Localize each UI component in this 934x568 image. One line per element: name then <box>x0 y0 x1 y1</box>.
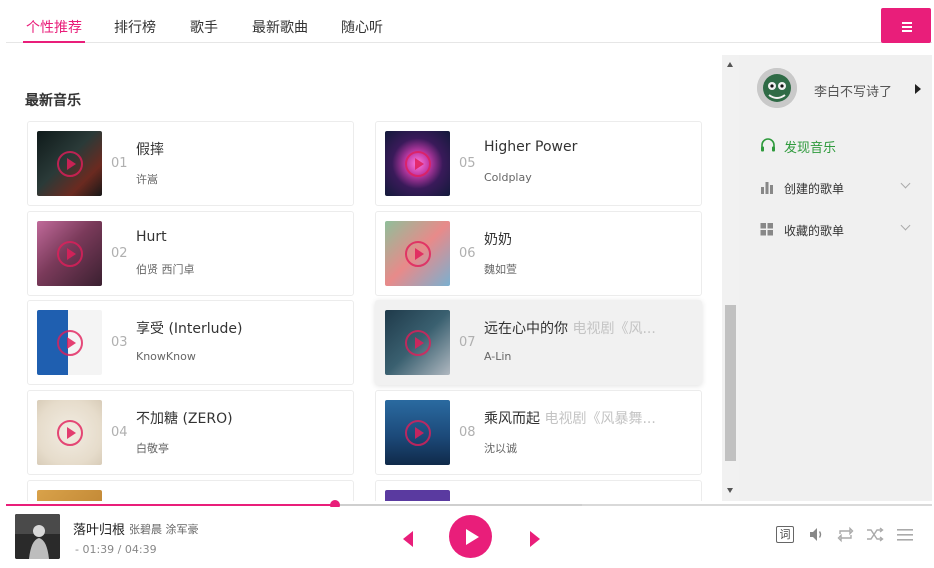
now-playing-time: - 01:39 / 04:39 <box>75 543 157 556</box>
song-card[interactable]: 01 假摔 许嵩 <box>27 121 354 206</box>
now-playing-title[interactable]: 落叶归根 <box>73 519 125 538</box>
song-card[interactable]: 06 奶奶 魏如萱 <box>375 211 702 296</box>
headphones-icon <box>760 138 776 157</box>
song-card[interactable]: 08 乘风而起 电视剧《风暴舞... 沈以诚 <box>375 390 702 475</box>
repeat-icon[interactable] <box>837 526 854 547</box>
song-title[interactable]: Higher Power <box>484 139 694 155</box>
song-card[interactable]: 04 不加糖 (ZERO) 白敬亭 <box>27 390 354 475</box>
song-title[interactable]: Hurt <box>136 229 346 245</box>
next-icon[interactable] <box>530 531 540 547</box>
song-artist[interactable]: Coldplay <box>484 171 532 184</box>
song-artist[interactable]: 白敬亭 <box>136 440 169 456</box>
play-icon[interactable] <box>405 330 431 356</box>
play-icon[interactable] <box>57 151 83 177</box>
song-cover[interactable] <box>385 400 450 465</box>
song-artist[interactable]: A-Lin <box>484 350 511 363</box>
song-card[interactable]: 07 远在心中的你 电视剧《风... A-Lin <box>375 300 702 385</box>
song-title[interactable]: 乘风而起 电视剧《风暴舞... <box>484 408 694 428</box>
song-note: 电视剧《风... <box>568 321 656 337</box>
now-playing-cover[interactable] <box>15 514 60 559</box>
play-icon[interactable] <box>405 241 431 267</box>
play-icon[interactable] <box>57 420 83 446</box>
sidebar: 李白不写诗了 发现音乐 创建的歌单 收藏的歌单 <box>739 55 932 501</box>
song-number: 08 <box>459 425 476 440</box>
sidebar-item-label: 发现音乐 <box>784 141 837 156</box>
shuffle-icon[interactable] <box>866 526 884 547</box>
song-cover[interactable] <box>37 310 102 375</box>
play-icon[interactable] <box>405 420 431 446</box>
lyric-icon[interactable]: 词 <box>776 526 794 543</box>
song-number: 01 <box>111 156 128 171</box>
tab-recommend[interactable]: 个性推荐 <box>26 17 82 37</box>
top-nav: 个性推荐 排行榜 歌手 最新歌曲 随心听 <box>6 5 932 43</box>
song-artist[interactable]: 伯贤 西门卓 <box>136 261 195 277</box>
song-card[interactable] <box>375 480 702 501</box>
song-cover[interactable] <box>37 221 102 286</box>
username[interactable]: 李白不写诗了 <box>814 81 892 100</box>
volume-icon[interactable] <box>808 526 825 547</box>
sidebar-item-label: 收藏的歌单 <box>784 224 845 238</box>
scroll-up-icon[interactable] <box>727 62 733 67</box>
song-note: 电视剧《风暴舞... <box>540 411 656 427</box>
song-artist[interactable]: 魏如萱 <box>484 261 517 277</box>
bar-chart-icon <box>760 181 774 197</box>
song-number: 06 <box>459 246 476 261</box>
song-card[interactable]: 02 Hurt 伯贤 西门卓 <box>27 211 354 296</box>
tab-radio[interactable]: 随心听 <box>341 17 383 37</box>
tab-charts[interactable]: 排行榜 <box>114 17 156 37</box>
song-number: 07 <box>459 335 476 350</box>
grid-icon <box>760 223 774 239</box>
main-content: 最新音乐 01 假摔 许嵩 02 Hurt 伯贤 西门卓 03 享受 (Inte… <box>6 44 722 501</box>
song-title[interactable]: 奶奶 <box>484 229 694 249</box>
song-cover[interactable] <box>37 400 102 465</box>
tab-singers[interactable]: 歌手 <box>190 17 218 37</box>
song-title[interactable]: 远在心中的你 电视剧《风... <box>484 318 694 338</box>
now-playing-artist[interactable]: 张碧晨 涂军豪 <box>129 521 199 537</box>
play-icon[interactable] <box>57 241 83 267</box>
song-cover[interactable] <box>385 221 450 286</box>
avatar[interactable] <box>757 68 797 108</box>
song-cover[interactable] <box>37 490 102 501</box>
song-number: 02 <box>111 246 128 261</box>
active-tab-indicator <box>23 41 85 43</box>
tab-new-songs[interactable]: 最新歌曲 <box>252 17 308 37</box>
prev-icon[interactable] <box>403 531 413 547</box>
player-bar: 落叶归根 张碧晨 涂军豪 - 01:39 / 04:39 词 <box>6 507 932 568</box>
song-title[interactable]: 享受 (Interlude) <box>136 318 346 338</box>
play-button[interactable] <box>449 515 492 558</box>
sidebar-item-label: 创建的歌单 <box>784 182 845 196</box>
song-title[interactable]: 假摔 <box>136 139 346 159</box>
song-cover[interactable] <box>385 131 450 196</box>
section-title: 最新音乐 <box>25 93 81 109</box>
song-card[interactable]: 03 享受 (Interlude) KnowKnow <box>27 300 354 385</box>
song-artist[interactable]: 许嵩 <box>136 171 158 187</box>
caret-right-icon[interactable] <box>915 84 921 94</box>
menu-button[interactable] <box>881 8 931 43</box>
content-scrollbar[interactable] <box>722 55 739 501</box>
song-cover[interactable] <box>37 131 102 196</box>
song-title[interactable]: 不加糖 (ZERO) <box>136 408 346 428</box>
song-card[interactable] <box>27 480 354 501</box>
play-icon[interactable] <box>57 330 83 356</box>
song-cover[interactable] <box>385 490 450 501</box>
song-artist[interactable]: KnowKnow <box>136 350 196 363</box>
song-cover[interactable] <box>385 310 450 375</box>
chevron-down-icon[interactable] <box>900 178 911 189</box>
scroll-down-icon[interactable] <box>727 488 733 493</box>
song-number: 03 <box>111 335 128 350</box>
progress-fill <box>6 504 335 506</box>
song-number: 05 <box>459 156 476 171</box>
scrollbar-thumb[interactable] <box>725 305 736 461</box>
song-artist[interactable]: 沈以诚 <box>484 440 517 456</box>
song-number: 04 <box>111 425 128 440</box>
playlist-icon[interactable] <box>896 526 914 547</box>
chevron-down-icon[interactable] <box>900 220 911 231</box>
play-icon[interactable] <box>405 151 431 177</box>
song-card[interactable]: 05 Higher Power Coldplay <box>375 121 702 206</box>
